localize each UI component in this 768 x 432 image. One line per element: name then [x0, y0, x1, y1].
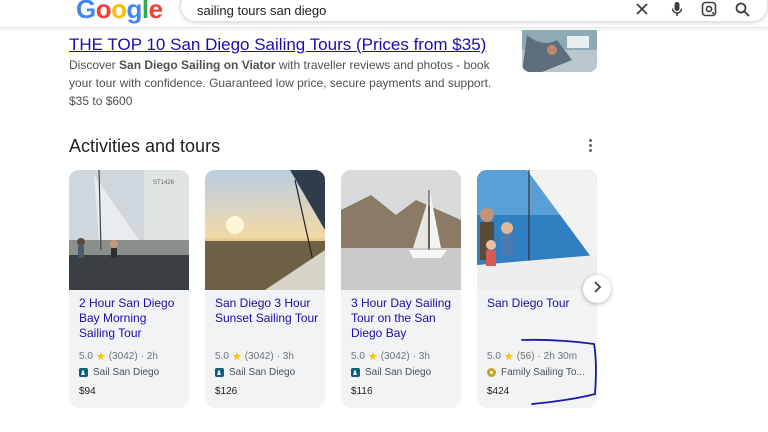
carousel-next-button[interactable]	[583, 275, 611, 303]
sail-san-diego-logo-icon	[79, 368, 88, 377]
google-logo[interactable]: Google	[76, 0, 163, 24]
search-box[interactable]: sailing tours san diego	[180, 0, 768, 22]
family-sailing-logo-icon	[487, 368, 496, 377]
activities-heading: Activities and tours	[69, 136, 221, 156]
card-image	[477, 170, 597, 290]
card-price: $94	[79, 386, 96, 397]
result-thumbnail[interactable]	[522, 30, 597, 72]
card-provider: Sail San Diego	[351, 367, 431, 378]
card-title[interactable]: San Diego Tour	[487, 296, 592, 311]
search-header: Google sailing tours san diego	[0, 0, 768, 28]
card-rating: 5.0 ★ (3042) · 3h	[351, 351, 430, 363]
star-icon: ★	[503, 351, 514, 363]
card-image: ST1426	[69, 170, 189, 290]
close-icon[interactable]	[633, 0, 651, 18]
chevron-right-icon	[592, 280, 602, 298]
card-rating: 5.0 ★ (3042) · 2h	[79, 351, 158, 363]
card-title[interactable]: San Diego 3 Hour Sunset Sailing Tour	[215, 296, 320, 326]
card-price: $126	[215, 386, 238, 397]
activity-card[interactable]: 3 Hour Day Sailing Tour on the San Diego…	[341, 170, 461, 408]
card-title[interactable]: 2 Hour San Diego Bay Morning Sailing Tou…	[79, 296, 184, 341]
search-icon[interactable]	[733, 0, 751, 18]
hand-drawn-bracket-annotation	[521, 338, 597, 405]
card-price: $116	[351, 386, 373, 397]
result-title-link[interactable]: THE TOP 10 San Diego Sailing Tours (Pric…	[69, 35, 486, 55]
search-input[interactable]: sailing tours san diego	[197, 3, 326, 18]
microphone-icon[interactable]	[668, 0, 686, 18]
card-image	[205, 170, 325, 290]
result-price-range: $35 to $600	[69, 94, 133, 108]
card-image	[341, 170, 461, 290]
more-options-icon[interactable]	[582, 136, 598, 154]
card-provider: Sail San Diego	[215, 367, 295, 378]
sail-san-diego-logo-icon	[215, 368, 224, 377]
activity-card[interactable]: ST1426 2 Hour San Diego Bay Morning Sail…	[69, 170, 189, 408]
lens-icon[interactable]	[700, 0, 718, 18]
star-icon: ★	[95, 351, 106, 363]
card-provider: Sail San Diego	[79, 367, 159, 378]
card-price: $424	[487, 386, 510, 397]
card-rating: 5.0 ★ (3042) · 3h	[215, 351, 294, 363]
card-title[interactable]: 3 Hour Day Sailing Tour on the San Diego…	[351, 296, 456, 341]
activity-card[interactable]: San Diego 3 Hour Sunset Sailing Tour 5.0…	[205, 170, 325, 408]
star-icon: ★	[231, 351, 242, 363]
result-snippet: Discover San Diego Sailing on Viator wit…	[69, 58, 492, 90]
sail-san-diego-logo-icon	[351, 368, 360, 377]
svg-text:ST1426: ST1426	[153, 180, 175, 186]
star-icon: ★	[367, 351, 378, 363]
